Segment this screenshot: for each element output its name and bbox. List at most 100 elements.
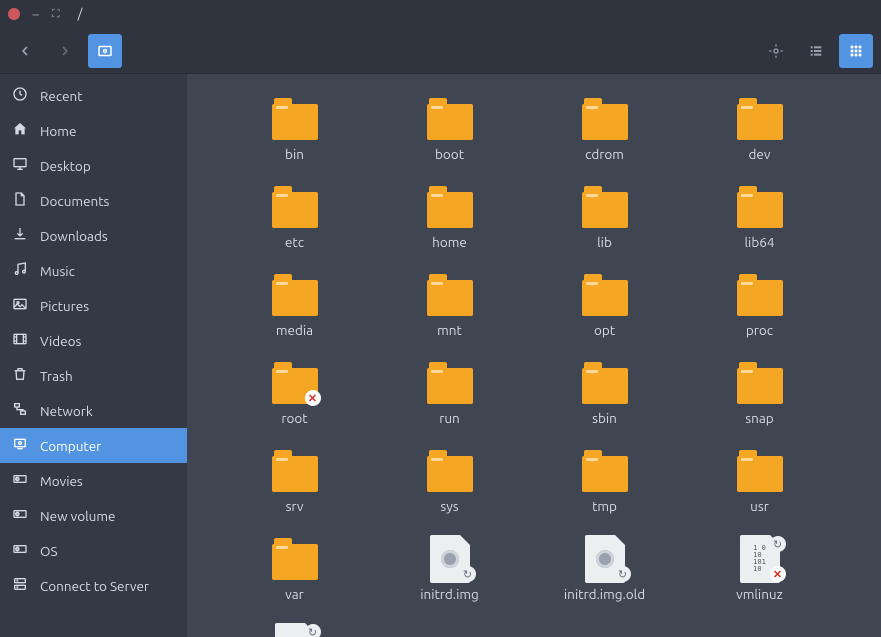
back-button[interactable] [8,34,42,68]
file-item[interactable]: mnt [372,270,527,342]
file-item[interactable]: snap [682,358,837,430]
file-item[interactable]: home [372,182,527,254]
file-label: proc [746,322,773,338]
file-label: var [285,586,304,602]
file-item[interactable]: srv [217,446,372,518]
server-icon [12,576,28,595]
maximize-icon[interactable]: ⛶ [52,9,60,20]
folder-icon [737,104,783,140]
sidebar-item-label: Music [40,263,75,279]
file-item[interactable]: ↻initrd.img [372,534,527,606]
trash-icon [12,366,28,385]
file-item[interactable]: sbin [527,358,682,430]
folder-icon [737,192,783,228]
window-title: / [78,7,83,21]
list-view-button[interactable] [799,34,833,68]
sidebar-item-os[interactable]: OS [0,533,187,568]
file-item[interactable]: ↻initrd.img.old [527,534,682,606]
sidebar-item-label: Computer [40,438,101,454]
file-item[interactable]: bin [217,94,372,166]
sidebar-item-home[interactable]: Home [0,113,187,148]
sidebar-item-trash[interactable]: Trash [0,358,187,393]
sidebar-item-documents[interactable]: Documents [0,183,187,218]
file-item[interactable]: lib64 [682,182,837,254]
folder-icon [427,192,473,228]
drive-icon [12,471,28,490]
sidebar-item-downloads[interactable]: Downloads [0,218,187,253]
sidebar-item-label: OS [40,543,58,559]
file-item[interactable]: tmp [527,446,682,518]
sidebar-item-label: Network [40,403,93,419]
file-label: srv [286,498,304,514]
file-label: media [276,322,313,338]
sidebar-item-label: Home [40,123,76,139]
sidebar-item-new-volume[interactable]: New volume [0,498,187,533]
minimize-icon[interactable]: − [32,7,40,21]
sidebar-item-computer[interactable]: Computer [0,428,187,463]
sidebar-item-network[interactable]: Network [0,393,187,428]
sidebar-item-music[interactable]: Music [0,253,187,288]
file-label: opt [594,322,615,338]
toolbar [0,28,881,74]
file-label: cdrom [585,146,624,162]
folder-icon [737,368,783,404]
sidebar-item-movies[interactable]: Movies [0,463,187,498]
picture-icon [12,296,28,315]
sidebar-item-label: New volume [40,508,115,524]
desktop-icon [12,156,28,175]
folder-icon [582,192,628,228]
file-item[interactable]: boot [372,94,527,166]
folder-icon [427,104,473,140]
file-item[interactable]: 1 0 10 101 10↻vmlinuz [682,534,837,606]
file-item[interactable]: usr [682,446,837,518]
folder-icon [272,280,318,316]
network-icon [12,401,28,420]
file-item[interactable]: media [217,270,372,342]
file-label: lib [597,234,612,250]
folder-icon [582,104,628,140]
sidebar-item-label: Trash [40,368,73,384]
drive-icon [12,506,28,525]
close-icon[interactable] [8,8,20,20]
file-item[interactable]: run [372,358,527,430]
no-access-badge-icon [770,566,786,582]
path-root-button[interactable] [88,34,122,68]
folder-icon [272,192,318,228]
file-label: home [432,234,467,250]
file-item[interactable]: sys [372,446,527,518]
sidebar-item-label: Movies [40,473,83,489]
file-item[interactable]: lib [527,182,682,254]
file-label: initrd.img [420,586,479,602]
drive-icon [12,541,28,560]
sidebar-item-connect-to-server[interactable]: Connect to Server [0,568,187,603]
grid-view-button[interactable] [839,34,873,68]
sidebar-item-label: Recent [40,88,83,104]
sidebar-item-videos[interactable]: Videos [0,323,187,358]
file-label: usr [750,498,769,514]
sidebar-item-pictures[interactable]: Pictures [0,288,187,323]
video-icon [12,331,28,350]
sidebar-item-recent[interactable]: Recent [0,78,187,113]
download-icon [12,226,28,245]
file-item[interactable]: proc [682,270,837,342]
folder-icon [582,368,628,404]
file-item[interactable]: etc [217,182,372,254]
file-label: sys [440,498,458,514]
file-label: snap [745,410,773,426]
computer-icon [12,436,28,455]
file-grid: bin boot cdrom dev etc home lib lib64 media mnt op… [187,74,881,637]
file-label: boot [435,146,464,162]
file-label: vmlinuz [736,586,783,602]
file-item[interactable]: root [217,358,372,430]
home-icon [12,121,28,140]
forward-button[interactable] [48,34,82,68]
file-item[interactable]: opt [527,270,682,342]
file-label: sbin [592,410,617,426]
file-item[interactable]: dev [682,94,837,166]
file-item[interactable]: ↻vmlinuz.old [217,622,372,637]
locate-button[interactable] [759,34,793,68]
file-label: root [281,410,307,426]
file-item[interactable]: cdrom [527,94,682,166]
file-item[interactable]: var [217,534,372,606]
sidebar-item-desktop[interactable]: Desktop [0,148,187,183]
